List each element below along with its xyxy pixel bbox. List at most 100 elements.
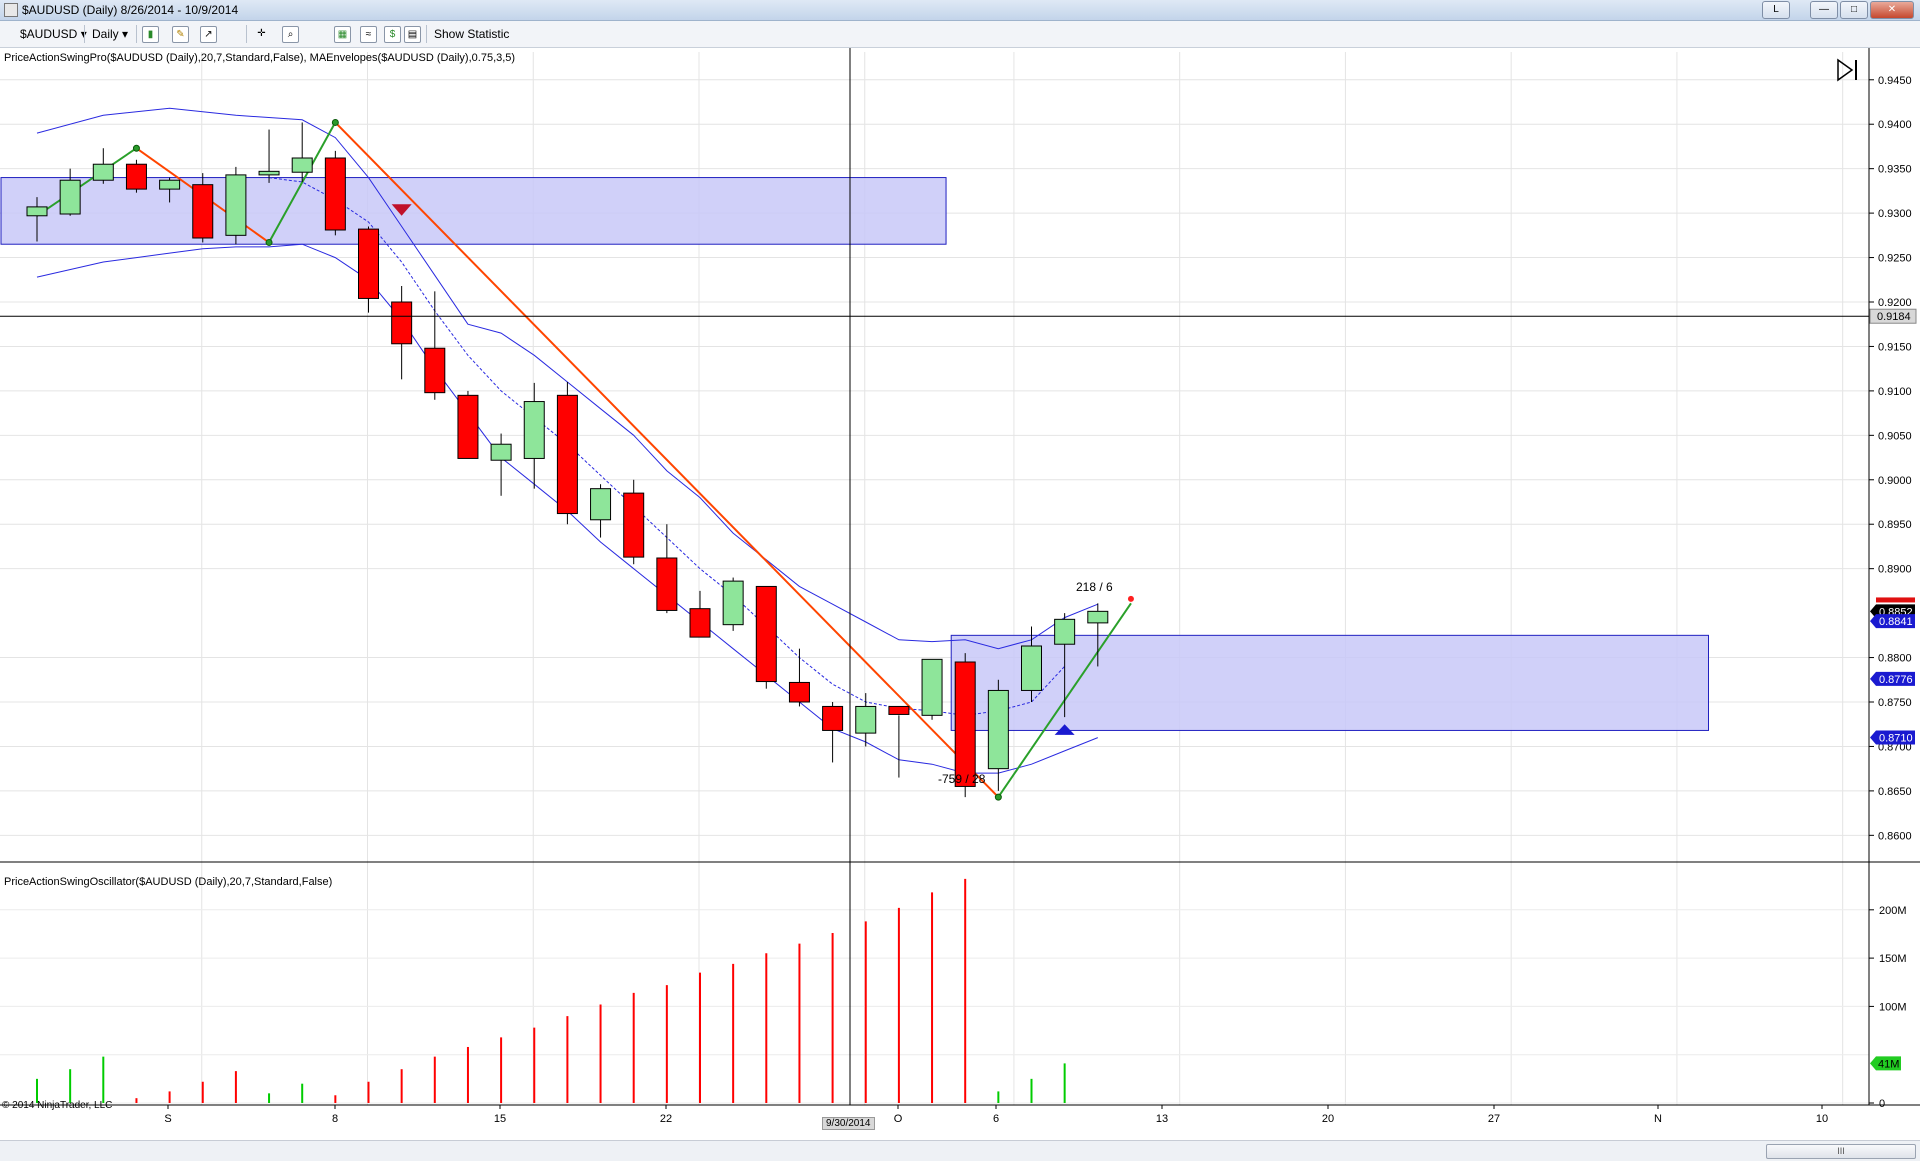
candle-up <box>1021 645 1042 691</box>
play-icon <box>1837 58 1854 82</box>
maximize-button[interactable]: □ <box>1840 1 1868 19</box>
show-statistic-button[interactable]: Show Statistic <box>434 25 509 43</box>
scrollbar-thumb[interactable]: III <box>1766 1144 1916 1159</box>
drawing-tool-icon[interactable]: ✎ <box>172 26 189 43</box>
price-tick-label: 0.9400 <box>1878 119 1912 131</box>
price-tick-label: 0.8900 <box>1878 564 1912 576</box>
price-tick-label: 0.9000 <box>1878 475 1912 487</box>
candle-down <box>954 661 976 787</box>
interval-label: Daily <box>92 27 119 41</box>
instrument-selector[interactable]: $AUDUSD ▾ <box>20 25 87 43</box>
candle-up <box>1087 610 1109 624</box>
candle-up <box>722 580 744 626</box>
candle-down <box>822 705 844 731</box>
swing-point-dot <box>1127 595 1134 602</box>
zoom-icon[interactable]: ⌕ <box>282 26 299 43</box>
swing-point-dot <box>132 144 140 152</box>
toolbar-separator <box>426 25 427 43</box>
candle-up <box>159 179 181 190</box>
indicators-icon[interactable]: ▦ <box>334 26 351 43</box>
candle-up <box>921 658 943 716</box>
crosshair-price-text: 0.9184 <box>1877 311 1911 323</box>
time-tick-label: 20 <box>1322 1113 1334 1125</box>
support-resistance-zones <box>0 177 1709 731</box>
candle-up <box>987 689 1009 770</box>
candle-down <box>391 301 413 345</box>
candle-down <box>324 157 346 231</box>
candle-down <box>888 705 910 715</box>
mode-button[interactable]: L <box>1762 1 1790 19</box>
candle-down <box>623 492 645 558</box>
time-tick-label: 27 <box>1488 1113 1500 1125</box>
app-icon <box>4 3 18 17</box>
candle-down <box>424 347 446 394</box>
price-tag-text: 0.8841 <box>1879 616 1913 628</box>
minimize-button[interactable]: — <box>1810 1 1838 19</box>
price-tag-marker <box>1876 597 1915 603</box>
oscillator-bars <box>36 878 1066 1103</box>
chart-canvas[interactable]: 0.9450 0.9400 0.9350 0.9300 0.9250 0.9200 0.91… <box>0 48 1920 1140</box>
price-tag-text: 0.8710 <box>1879 733 1913 745</box>
close-button[interactable]: ✕ <box>1870 1 1914 19</box>
candle-down <box>755 585 777 683</box>
candle-down <box>457 394 479 459</box>
window-titlebar: $AUDUSD (Daily) 8/26/2014 - 10/9/2014 L … <box>0 0 1920 21</box>
swing-point-dot <box>265 238 273 246</box>
candle-up <box>523 401 545 459</box>
candle-down <box>656 557 678 611</box>
copyright-text: © 2014 NinjaTrader, LLC <box>2 1100 113 1111</box>
price-tick-label: 0.9450 <box>1878 75 1912 87</box>
instrument-label: $AUDUSD <box>20 27 78 41</box>
interval-selector[interactable]: Daily ▾ <box>92 25 128 43</box>
price-tick-label: 0.9250 <box>1878 253 1912 265</box>
toolbar-separator <box>136 25 137 43</box>
oscillator-tick-label: 100M <box>1879 1001 1907 1013</box>
horizontal-scrollbar[interactable]: III <box>0 1140 1920 1161</box>
candle-up <box>92 163 114 181</box>
price-tick-label: 0.8600 <box>1878 830 1912 842</box>
candle-up <box>225 174 247 236</box>
candle-up <box>490 443 512 461</box>
oscillator-indicator-label: PriceActionSwingOscillator($AUDUSD (Dail… <box>4 876 333 888</box>
envelope-middle-line <box>268 177 1065 716</box>
candle-up <box>590 488 612 521</box>
candle-up <box>855 705 877 734</box>
price-tag-text: 0.8776 <box>1879 674 1913 686</box>
time-tick-label: 8 <box>332 1113 338 1125</box>
properties-icon[interactable]: ▤ <box>404 26 421 43</box>
time-tick-label: 13 <box>1156 1113 1168 1125</box>
candle-up <box>1054 618 1076 645</box>
candle-up <box>291 157 313 173</box>
window-controls: L — □ ✕ <box>1762 1 1914 19</box>
dollar-icon[interactable]: $ <box>384 26 401 43</box>
price-tick-label: 0.9200 <box>1878 297 1912 309</box>
oscillator-tick-label: 200M <box>1879 905 1907 917</box>
swing-low-label: -759 / 28 <box>938 772 986 786</box>
time-tick-label: S <box>164 1113 171 1125</box>
price-indicator-label: PriceActionSwingPro($AUDUSD (Daily),20,7… <box>4 52 516 64</box>
candle-down <box>358 228 379 299</box>
candle-up <box>59 179 81 215</box>
crosshair-icon[interactable]: ✛ <box>254 26 269 41</box>
crosshair-date-label: 9/30/2014 <box>822 1117 875 1130</box>
time-tick-label: N <box>1654 1113 1662 1125</box>
candle-up <box>26 206 48 217</box>
strategies-icon[interactable]: ≈ <box>360 26 377 43</box>
chart-style-icon[interactable]: ▮ <box>142 26 159 43</box>
price-tick-label: 0.8950 <box>1878 519 1912 531</box>
swing-point-dot <box>994 793 1002 801</box>
candle-down <box>556 394 578 515</box>
data-box-icon[interactable]: ↗ <box>200 26 217 43</box>
price-tick-label: 0.9350 <box>1878 164 1912 176</box>
time-tick-label: O <box>894 1113 903 1125</box>
time-tick-label: 22 <box>660 1113 672 1125</box>
window-title: $AUDUSD (Daily) 8/26/2014 - 10/9/2014 <box>22 3 239 17</box>
swing-point-dot <box>331 118 339 126</box>
oscillator-tick-label: 150M <box>1879 953 1907 965</box>
time-tick-label: 10 <box>1816 1113 1828 1125</box>
candle-up <box>258 170 280 176</box>
price-tick-label: 0.9100 <box>1878 386 1912 398</box>
candle-down <box>192 184 214 239</box>
oscillator-tick-label: 0 <box>1879 1098 1885 1110</box>
toolbar-separator <box>84 25 85 43</box>
